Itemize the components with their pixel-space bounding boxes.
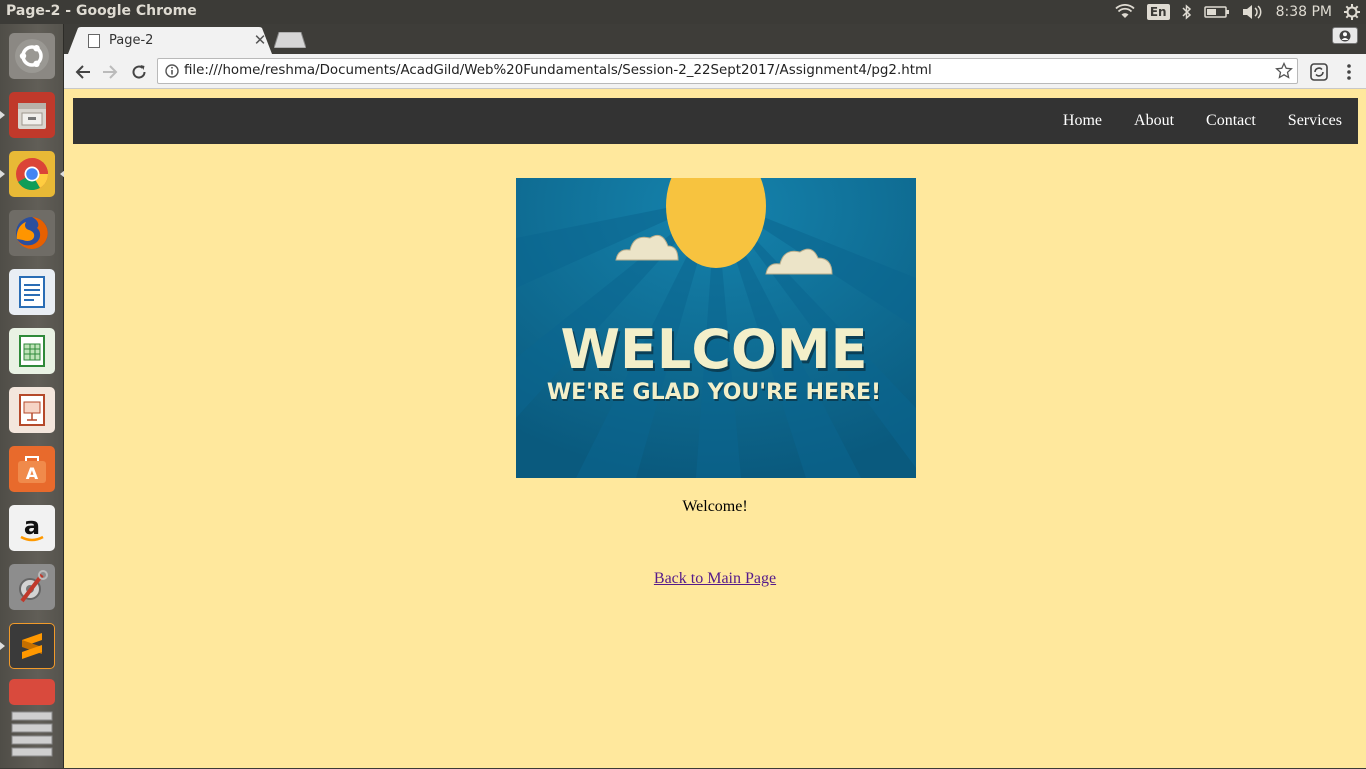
forward-button[interactable] xyxy=(98,60,122,84)
launcher-settings[interactable] xyxy=(6,561,58,613)
settings-tools-icon xyxy=(9,564,55,610)
os-top-panel: Page-2 - Google Chrome En 8:38 PM xyxy=(0,0,1366,24)
file-cabinet-icon xyxy=(9,92,55,138)
running-indicator xyxy=(0,170,5,178)
extension-button[interactable] xyxy=(1307,60,1331,84)
new-tab-button[interactable] xyxy=(274,32,306,48)
page-viewport: Home About Contact Services WELCOME WELC… xyxy=(64,90,1366,768)
site-navbar: Home About Contact Services xyxy=(73,98,1358,144)
address-bar[interactable]: file:///home/reshma/Documents/AcadGild/W… xyxy=(157,58,1298,84)
launcher-calc[interactable] xyxy=(6,325,58,377)
trash-icon xyxy=(9,706,55,764)
arrow-left-icon xyxy=(75,65,90,79)
clock[interactable]: 8:38 PM xyxy=(1276,4,1332,20)
bookmark-star-icon[interactable] xyxy=(1275,62,1293,80)
banner-subline: WE'RE GLAD YOU'RE HERE! xyxy=(547,380,881,405)
tab-close-icon[interactable]: ✕ xyxy=(252,32,268,49)
system-tray: En 8:38 PM xyxy=(1115,0,1366,24)
svg-text:a: a xyxy=(24,512,40,540)
page-favicon-icon xyxy=(88,33,100,48)
ubuntu-logo-icon xyxy=(9,33,55,79)
reload-icon xyxy=(132,65,146,79)
launcher-text-editor[interactable] xyxy=(6,679,58,705)
writer-icon xyxy=(9,269,55,315)
banner-headline: WELCOME xyxy=(560,318,867,381)
address-url[interactable]: file:///home/reshma/Documents/AcadGild/W… xyxy=(184,63,932,78)
volume-icon[interactable] xyxy=(1242,4,1264,20)
browser-window: Page-2 ✕ file:///home/reshma/Documents/A… xyxy=(64,24,1366,768)
launcher-software[interactable]: A xyxy=(6,443,58,495)
tab-active[interactable]: Page-2 ✕ xyxy=(86,27,268,54)
tab-title: Page-2 xyxy=(109,33,154,48)
reload-button[interactable] xyxy=(127,60,151,84)
tab-strip: Page-2 ✕ xyxy=(64,24,1366,54)
impress-icon xyxy=(9,387,55,433)
amazon-icon: a xyxy=(9,505,55,551)
browser-menu-button[interactable] xyxy=(1337,60,1361,84)
launcher-chrome[interactable] xyxy=(0,148,65,200)
window-title: Page-2 - Google Chrome xyxy=(6,3,197,19)
info-icon[interactable] xyxy=(165,64,179,78)
nav-link-home[interactable]: Home xyxy=(1047,98,1118,144)
launcher-sublime[interactable] xyxy=(0,620,58,672)
calc-icon xyxy=(9,328,55,374)
svg-text:A: A xyxy=(26,464,39,483)
launcher-impress[interactable] xyxy=(6,384,58,436)
launcher-dash[interactable] xyxy=(6,30,58,82)
chrome-icon xyxy=(9,151,55,197)
person-icon xyxy=(1339,30,1351,41)
keyboard-layout-indicator[interactable]: En xyxy=(1146,4,1170,20)
sync-extension-icon xyxy=(1310,63,1328,81)
sublime-icon xyxy=(9,623,55,669)
kebab-menu-icon xyxy=(1347,64,1351,80)
launcher-files[interactable] xyxy=(0,89,58,141)
arrow-right-icon xyxy=(103,65,118,79)
nav-link-services[interactable]: Services xyxy=(1272,98,1358,144)
nav-link-contact[interactable]: Contact xyxy=(1190,98,1272,144)
nav-link-about[interactable]: About xyxy=(1118,98,1190,144)
firefox-icon xyxy=(9,210,55,256)
text-editor-icon xyxy=(9,679,55,705)
battery-icon[interactable] xyxy=(1203,5,1230,19)
launcher-writer[interactable] xyxy=(6,266,58,318)
launcher-amazon[interactable]: a xyxy=(6,502,58,554)
browser-toolbar: file:///home/reshma/Documents/AcadGild/W… xyxy=(64,54,1366,89)
welcome-caption: Welcome! xyxy=(682,498,748,515)
launcher-firefox[interactable] xyxy=(6,207,58,259)
back-button[interactable] xyxy=(71,60,95,84)
app-launcher: A a xyxy=(0,24,65,768)
running-indicator xyxy=(0,642,5,650)
welcome-banner-image: WELCOME WELCOME WE'RE GLAD YOU'RE HERE! … xyxy=(516,178,916,478)
launcher-trash[interactable] xyxy=(6,706,58,764)
software-center-icon: A xyxy=(9,446,55,492)
session-gear-icon[interactable] xyxy=(1344,4,1360,20)
back-to-main-link[interactable]: Back to Main Page xyxy=(654,570,776,587)
bluetooth-icon[interactable] xyxy=(1182,4,1192,20)
profile-button[interactable] xyxy=(1332,27,1358,44)
running-indicator xyxy=(0,111,5,119)
wifi-icon[interactable] xyxy=(1115,4,1135,20)
